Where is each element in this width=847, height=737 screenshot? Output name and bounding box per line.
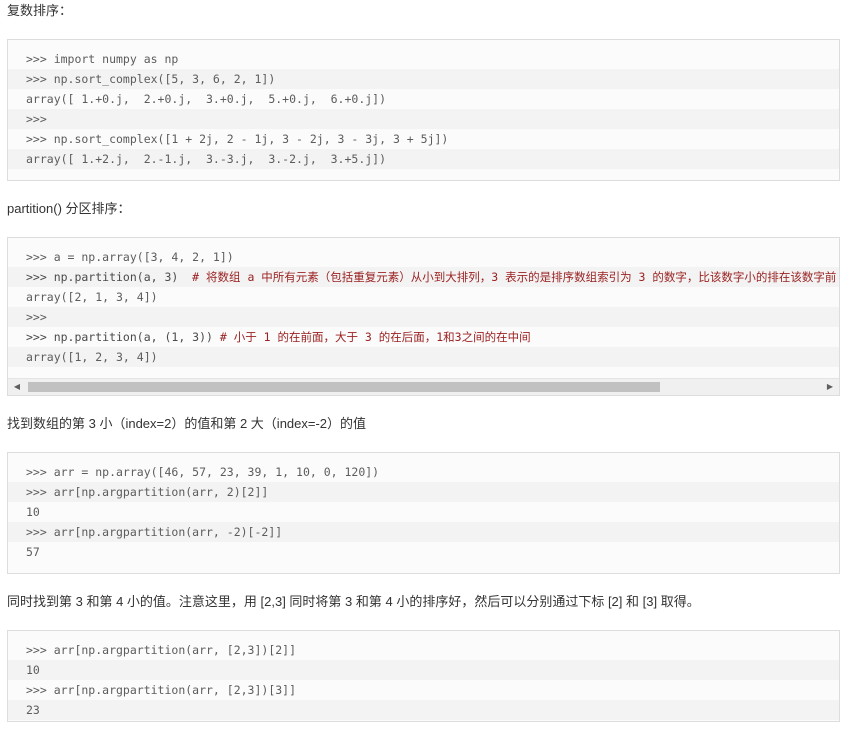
heading-partition: partition() 分区排序： [7, 201, 131, 216]
code-line: >>> a = np.array([3, 4, 2, 1]) [26, 250, 234, 264]
code-line: >>> np.sort_complex([1 + 2j, 2 - 1j, 3 -… [26, 132, 449, 146]
code-line: >>> import numpy as np [26, 52, 179, 66]
code-text: >>> np.partition(a, 3) [26, 270, 193, 284]
heading-argpartition-multi: 同时找到第 3 和第 4 小的值。注意这里，用 [2,3] 同时将第 3 和第 … [7, 594, 700, 609]
code-line: >>> arr[np.argpartition(arr, [2,3])[2]] [26, 643, 297, 657]
scroll-left-arrow-icon[interactable]: ◀ [11, 382, 23, 392]
code-block-argpartition-multi: >>> arr[np.argpartition(arr, [2,3])[2]] … [7, 630, 840, 722]
code-line: >>> [8, 109, 839, 129]
code-line: >>> arr[np.argpartition(arr, -2)[-2]] [8, 522, 839, 542]
code-line: array([ 1.+2.j, 2.-1.j, 3.-3.j, 3.-2.j, … [8, 149, 839, 169]
heading-argpartition: 找到数组的第 3 小（index=2）的值和第 2 大（index=-2）的值 [7, 416, 367, 431]
code-line: array([ 1.+0.j, 2.+0.j, 3.+0.j, 5.+0.j, … [26, 92, 387, 106]
heading-complex-sort: 复数排序： [7, 3, 73, 18]
code-line: 10 [8, 660, 839, 680]
scroll-right-arrow-icon[interactable]: ▶ [824, 382, 836, 392]
scrollbar-thumb[interactable] [28, 382, 660, 392]
code-line: >>> np.partition(a, 3) # 将数组 a 中所有元素（包括重… [8, 267, 839, 287]
horizontal-scrollbar[interactable]: ◀ ▶ [8, 378, 839, 395]
code-line: 57 [26, 545, 40, 559]
code-block-argpartition: >>> arr = np.array([46, 57, 23, 39, 1, 1… [7, 452, 840, 574]
code-comment: # 小于 1 的在前面，大于 3 的在后面，1和3之间的在中间 [219, 330, 531, 344]
code-block-partition: >>> a = np.array([3, 4, 2, 1]) >>> np.pa… [7, 237, 840, 396]
code-line: 23 [8, 700, 839, 720]
code-line: >>> arr[np.argpartition(arr, [2,3])[3]] [26, 683, 297, 697]
code-line: >>> arr = np.array([46, 57, 23, 39, 1, 1… [26, 465, 380, 479]
code-block-complex-sort: >>> import numpy as np >>> np.sort_compl… [7, 39, 840, 181]
code-text: >>> np.partition(a, (1, 3)) [26, 330, 220, 344]
code-line: >>> np.sort_complex([5, 3, 6, 2, 1]) [8, 69, 839, 89]
code-line: >>> arr[np.argpartition(arr, 2)[2]] [8, 482, 839, 502]
code-comment: # 将数组 a 中所有元素（包括重复元素）从小到大排列，3 表示的是排序数组索引… [192, 270, 837, 284]
code-line: 10 [26, 505, 40, 519]
code-line: >>> np.partition(a, (1, 3)) # 小于 1 的在前面，… [8, 327, 839, 347]
code-line: array([2, 1, 3, 4]) [26, 290, 158, 304]
code-line: array([1, 2, 3, 4]) [8, 347, 839, 367]
code-line: >>> [8, 307, 839, 327]
